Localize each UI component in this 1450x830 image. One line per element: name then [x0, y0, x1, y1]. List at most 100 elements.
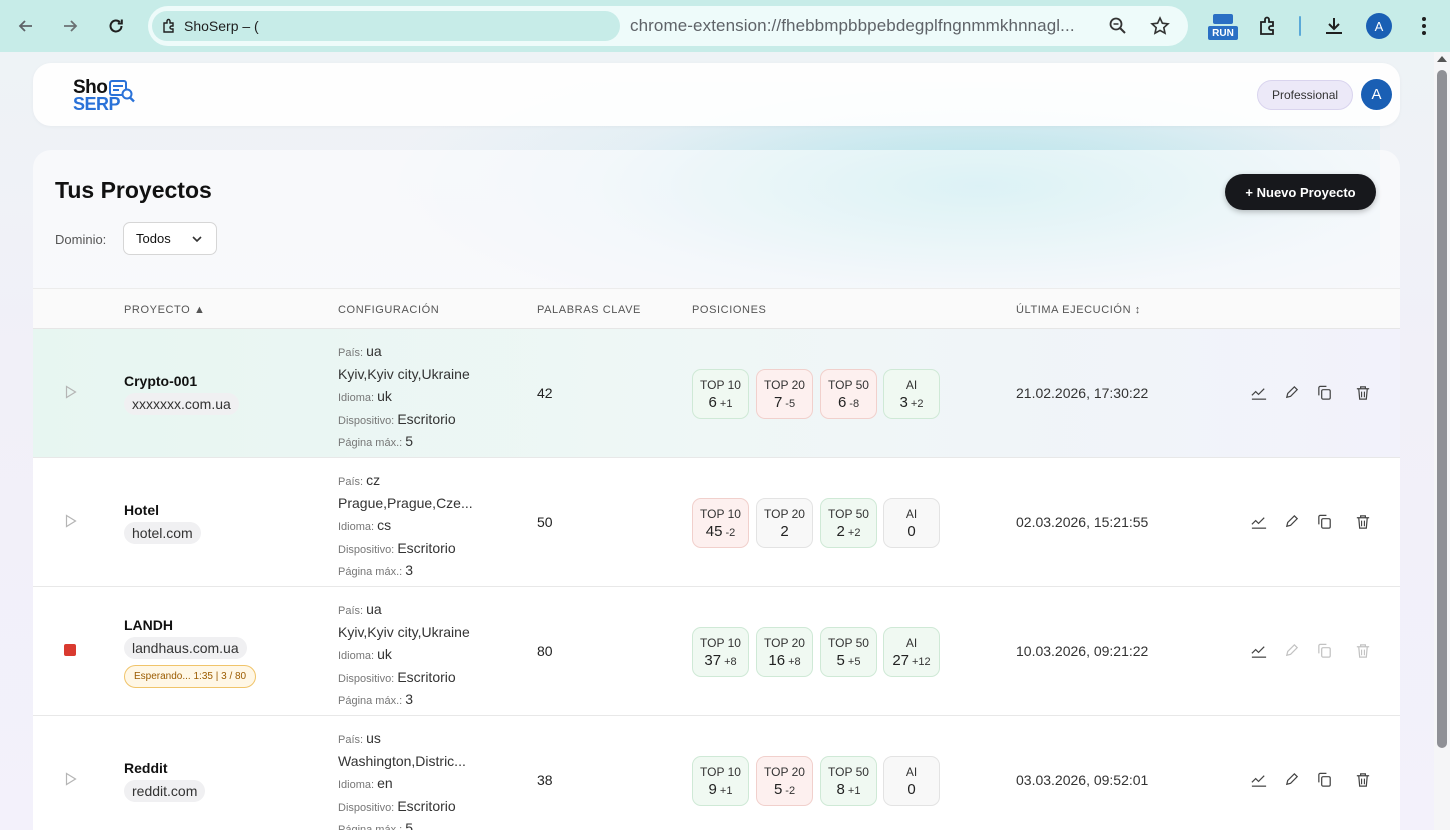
- chart-icon: [1251, 388, 1267, 400]
- language-value: cs: [377, 517, 392, 534]
- project-name[interactable]: LANDH: [124, 617, 173, 633]
- position-chip-top20[interactable]: TOP 20 16 +8: [756, 627, 813, 677]
- max-page-value: 3: [405, 691, 414, 708]
- edit-button[interactable]: [1283, 513, 1301, 531]
- site-chip[interactable]: ShoSerp – (: [152, 11, 620, 41]
- stop-button[interactable]: [64, 644, 76, 656]
- position-chip-top50[interactable]: TOP 50 5 +5: [820, 627, 877, 677]
- duplicate-button[interactable]: [1316, 384, 1334, 402]
- delete-button[interactable]: [1354, 642, 1372, 660]
- play-icon[interactable]: [65, 385, 77, 399]
- edit-button[interactable]: [1283, 384, 1301, 402]
- chip-delta: +5: [847, 655, 861, 668]
- new-project-button[interactable]: + Nuevo Proyecto: [1225, 174, 1376, 210]
- view-chart-button[interactable]: [1250, 384, 1268, 402]
- position-chip-ai[interactable]: AI 0: [883, 756, 940, 806]
- run-extension-button[interactable]: RUN: [1208, 12, 1238, 42]
- chip-delta: +1: [847, 784, 861, 797]
- reload-icon: [109, 19, 123, 33]
- chip-label: TOP 50: [828, 377, 869, 392]
- position-chip-top10[interactable]: TOP 10 6 +1: [692, 369, 749, 419]
- project-domain: hotel.com: [124, 522, 201, 544]
- arrow-left-icon: [18, 20, 32, 32]
- position-chip-top20[interactable]: TOP 20 2: [756, 498, 813, 548]
- url-text[interactable]: chrome-extension://fhebbmpbbpebdegplfngn…: [630, 16, 1075, 36]
- view-chart-button[interactable]: [1250, 513, 1268, 531]
- project-name[interactable]: Hotel: [124, 502, 159, 518]
- user-avatar[interactable]: A: [1361, 79, 1392, 110]
- reload-button[interactable]: [100, 10, 132, 42]
- menu-button[interactable]: [1410, 12, 1438, 40]
- country-value: ua: [366, 343, 382, 359]
- pencil-icon: [1285, 643, 1299, 657]
- view-chart-button[interactable]: [1250, 771, 1268, 789]
- project-config: País: cz Prague,Prague,Cze... Idioma: cs Di…: [338, 470, 508, 583]
- back-button[interactable]: [10, 10, 42, 42]
- scrollbar-thumb[interactable]: [1437, 70, 1447, 748]
- position-chip-ai[interactable]: AI 3 +2: [883, 369, 940, 419]
- extensions-button[interactable]: [1255, 12, 1283, 40]
- logo[interactable]: Sho SERP: [73, 77, 143, 117]
- position-chip-top50[interactable]: TOP 50 6 -8: [820, 369, 877, 419]
- domain-filter-label: Dominio:: [55, 232, 107, 247]
- project-name[interactable]: Crypto-001: [124, 373, 197, 389]
- position-chip-ai[interactable]: AI 0: [883, 498, 940, 548]
- forward-button[interactable]: [54, 10, 86, 42]
- location-value: Kyiv,Kyiv city,Ukraine: [338, 365, 470, 382]
- toolbar-divider: [1299, 16, 1301, 36]
- position-chip-top10[interactable]: TOP 10 37 +8: [692, 627, 749, 677]
- chip-label: TOP 10: [700, 764, 741, 779]
- position-chip-top50[interactable]: TOP 50 2 +2: [820, 498, 877, 548]
- edit-button[interactable]: [1283, 642, 1301, 660]
- column-header-last-run[interactable]: ÚLTIMA EJECUCIÓN ↕: [1016, 304, 1141, 316]
- position-chip-top20[interactable]: TOP 20 5 -2: [756, 756, 813, 806]
- domain-filter-value: Todos: [136, 231, 171, 246]
- scrollbar[interactable]: [1434, 52, 1450, 830]
- plan-badge[interactable]: Professional: [1257, 80, 1354, 110]
- last-run-date: 21.02.2026, 17:30:22: [1016, 385, 1149, 401]
- device-value: Escritorio: [397, 797, 456, 814]
- keyword-count: 38: [537, 772, 553, 788]
- device-value: Escritorio: [397, 539, 456, 556]
- device-label: Dispositivo:: [338, 801, 395, 814]
- chip-label: TOP 20: [764, 377, 805, 392]
- country-value: us: [366, 730, 381, 746]
- duplicate-button[interactable]: [1316, 642, 1334, 660]
- edit-button[interactable]: [1283, 771, 1301, 789]
- chip-delta: +2: [910, 397, 924, 410]
- play-icon[interactable]: [65, 772, 77, 786]
- scroll-up-icon[interactable]: [1437, 56, 1447, 62]
- duplicate-button[interactable]: [1316, 513, 1334, 531]
- position-chip-ai[interactable]: AI 27 +12: [883, 627, 940, 677]
- bookmark-button[interactable]: [1148, 14, 1172, 38]
- max-page-value: 3: [405, 562, 414, 579]
- chip-value: 0: [907, 780, 916, 798]
- table-row: LANDH landhaus.com.ua Esperando... 1:35 | …: [33, 587, 1400, 716]
- location-value: Washington,Distric...: [338, 752, 466, 769]
- chip-label: TOP 20: [764, 506, 805, 521]
- country-label: País:: [338, 734, 364, 746]
- project-name[interactable]: Reddit: [124, 760, 168, 776]
- delete-button[interactable]: [1354, 513, 1372, 531]
- max-page-label: Página máx.:: [338, 824, 402, 830]
- view-chart-button[interactable]: [1250, 642, 1268, 660]
- column-header-project[interactable]: PROYECTO ▲: [124, 304, 205, 316]
- chip-label: AI: [905, 377, 918, 392]
- play-icon[interactable]: [65, 514, 77, 528]
- domain-filter-select[interactable]: Todos: [123, 222, 217, 255]
- zoom-button[interactable]: [1106, 14, 1130, 38]
- position-chip-top20[interactable]: TOP 20 7 -5: [756, 369, 813, 419]
- downloads-button[interactable]: [1320, 12, 1348, 40]
- delete-button[interactable]: [1354, 384, 1372, 402]
- arrow-right-icon: [64, 20, 78, 32]
- language-value: uk: [377, 646, 392, 663]
- chip-label: TOP 50: [828, 635, 869, 650]
- position-chip-top10[interactable]: TOP 10 9 +1: [692, 756, 749, 806]
- position-chip-top10[interactable]: TOP 10 45 -2: [692, 498, 749, 548]
- position-chip-top50[interactable]: TOP 50 8 +1: [820, 756, 877, 806]
- address-bar[interactable]: ShoSerp – ( chrome-extension://fhebbmpbb…: [148, 6, 1188, 46]
- duplicate-button[interactable]: [1316, 771, 1334, 789]
- copy-icon: [1318, 385, 1331, 400]
- delete-button[interactable]: [1354, 771, 1372, 789]
- profile-avatar[interactable]: A: [1366, 13, 1392, 39]
